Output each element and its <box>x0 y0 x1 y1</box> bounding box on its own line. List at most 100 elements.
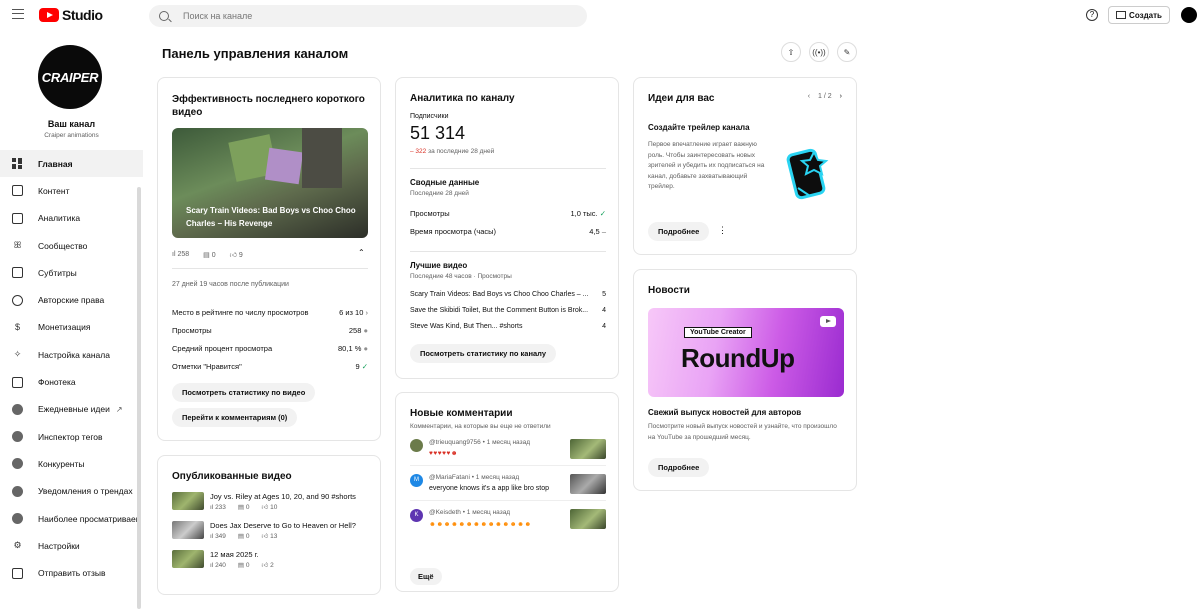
chevron-left-icon[interactable]: ‹ <box>808 93 810 100</box>
comment-item[interactable]: @trieuquang9756 • 1 месяц назад ♥♥♥♥♥☻ <box>410 431 606 466</box>
channel-analytics-card: Аналитика по каналу Подписчики 51 314 – … <box>395 77 619 379</box>
sidebar-scrollbar[interactable] <box>137 187 141 609</box>
channel-trailer-illustration <box>786 148 829 200</box>
search-bar[interactable] <box>149 5 587 27</box>
account-avatar[interactable] <box>1181 7 1197 23</box>
news-details-button[interactable]: Подробнее <box>648 458 710 477</box>
news-text: Посмотрите новый выпуск новостей и узнай… <box>648 423 837 441</box>
comments-stat: ▤ 0 <box>203 251 216 259</box>
menu-icon[interactable] <box>12 9 24 19</box>
banner-tag: YouTube Creator <box>684 327 752 338</box>
chevron-right-icon[interactable]: › <box>840 93 842 100</box>
idea-title: Создайте трейлер канала <box>648 123 750 132</box>
channel-stats-button[interactable]: Посмотреть статистику по каналу <box>410 344 557 363</box>
views-icon: ıl <box>172 251 176 258</box>
nav-item-audio-library[interactable]: Фонотека <box>0 368 143 395</box>
summary-row: Просмотры 1,0 тыс. ✓ <box>410 208 606 218</box>
live-icon[interactable]: ((•)) <box>809 42 829 62</box>
create-button[interactable]: Создать <box>1108 6 1170 24</box>
top-video-row[interactable]: Scary Train Videos: Bad Boys vs Choo Cho… <box>410 286 606 302</box>
play-icon <box>820 316 836 327</box>
nav-item-trend-alerts[interactable]: Уведомления о трендах <box>0 478 143 505</box>
nav-item-daily-ideas[interactable]: Ежедневные идеи ↗ <box>0 396 143 423</box>
published-videos-card: Опубликованные видео Joy vs. Riley at Ag… <box>157 455 381 595</box>
idea-text: Первое впечатление играет важную роль. Ч… <box>648 141 765 190</box>
analytics-icon <box>12 212 23 224</box>
news-headline: Свежий выпуск новостей для авторов <box>648 408 802 417</box>
search-input[interactable] <box>183 11 563 21</box>
nav-item-competitors[interactable]: Конкуренты <box>0 450 143 477</box>
settings-icon: ⚙ <box>13 540 22 551</box>
ideas-title: Идеи для вас <box>648 93 715 104</box>
thumbnail-art <box>264 147 304 185</box>
subscribers-delta: – 322 за последние 28 дней <box>410 148 495 155</box>
dashboard-icon <box>12 158 23 170</box>
likes-stat: 👍︎ 9 <box>229 252 243 259</box>
subscribers-value: 51 314 <box>410 123 466 143</box>
nav-item-copyright[interactable]: Авторские права <box>0 286 143 313</box>
chevron-right-icon: › <box>365 307 369 317</box>
views-stat: ıl 258 <box>172 251 190 258</box>
nav-item-tag-inspector[interactable]: Инспектор тегов <box>0 423 143 450</box>
published-video-row[interactable]: Joy vs. Riley at Ages 10, 20, and 90 #sh… <box>172 492 368 511</box>
create-label: Создать <box>1129 10 1162 20</box>
nav-item-content[interactable]: Контент <box>0 177 143 204</box>
help-icon[interactable]: ? <box>1086 9 1098 21</box>
nav-item-community[interactable]: ꕥ Сообщество <box>0 232 143 259</box>
nav-item-dashboard[interactable]: Главная <box>0 150 143 178</box>
more-comments-button[interactable]: Ещё <box>410 568 442 585</box>
nav-item-customization[interactable]: ✧ Настройка канала <box>0 341 143 368</box>
copyright-icon <box>12 294 23 306</box>
divider <box>410 251 606 252</box>
nav-item-feedback[interactable]: Отправить отзыв <box>0 559 143 586</box>
nav-item-settings[interactable]: ⚙ Настройки <box>0 532 143 559</box>
youtube-logo-icon <box>39 8 59 22</box>
header-actions: ⇧ ((•)) ✎ <box>781 42 857 62</box>
top-videos-period: Последние 48 часов · Просмотры <box>410 273 512 280</box>
create-post-icon[interactable]: ✎ <box>837 42 857 62</box>
extension-icon <box>12 513 23 524</box>
nav-item-most-viewed[interactable]: Наиболее просматриваемые <box>0 505 143 532</box>
nav-item-analytics[interactable]: Аналитика <box>0 205 143 232</box>
video-stats-button[interactable]: Посмотреть статистику по видео <box>172 383 316 402</box>
news-banner[interactable]: YouTube Creator RoundUp <box>648 308 844 397</box>
ideas-pager: ‹ 1 / 2 › <box>807 93 842 100</box>
metric-row[interactable]: Место в рейтинге по числу просмотров 6 из… <box>172 303 368 321</box>
idea-details-button[interactable]: Подробнее <box>648 222 710 241</box>
neutral-status-icon: ● <box>363 343 368 353</box>
nav-item-monetization[interactable]: $ Монетизация <box>0 314 143 341</box>
comment-item[interactable]: M @MariaFatani • 1 месяц назад everyone k… <box>410 466 606 501</box>
external-link-icon: ↗ <box>115 404 123 414</box>
nav-list: Главная Контент Аналитика ꕥ Сообщество Су… <box>0 150 143 587</box>
collapse-icon[interactable]: ⌃ <box>358 248 365 257</box>
customization-icon: ✧ <box>13 349 22 360</box>
top-video-row[interactable]: Steve Was Kind, But Then... #shorts 4 <box>410 318 606 334</box>
commenter-avatar: K <box>410 509 423 522</box>
feedback-icon <box>12 567 23 579</box>
publish-age: 27 дней 19 часов после публикации <box>172 281 289 288</box>
divider <box>410 168 606 169</box>
channel-avatar[interactable]: CRAIPER <box>38 45 102 109</box>
latest-short-card: Эффективность последнего короткого видео… <box>157 77 381 441</box>
published-video-row[interactable]: Does Jax Deserve to Go to Heaven or Hell… <box>172 521 368 540</box>
check-icon: ✓ <box>361 361 368 371</box>
go-to-comments-button[interactable]: Перейти к комментариям (0) <box>172 408 298 427</box>
dash-icon: – <box>601 226 606 236</box>
thumbnail-art <box>302 128 342 188</box>
analytics-title: Аналитика по каналу <box>410 93 515 104</box>
upload-icon[interactable]: ⇧ <box>781 42 801 62</box>
summary-title: Сводные данные <box>410 178 480 187</box>
studio-logo[interactable]: Studio <box>39 7 103 23</box>
top-video-row[interactable]: Save the Skibidi Toilet, But the Comment… <box>410 302 606 318</box>
more-options-icon[interactable]: ⋮ <box>718 225 727 236</box>
commenter-avatar: M <box>410 474 423 487</box>
summary-row: Время просмотра (часы) 4,5 – <box>410 226 606 236</box>
nav-item-subtitles[interactable]: Субтитры <box>0 259 143 286</box>
audio-library-icon <box>12 376 23 388</box>
content-icon <box>12 185 23 197</box>
published-video-row[interactable]: 12 мая 2025 г. ıl 240 ▤ 0 👍︎ 2 <box>172 550 368 569</box>
metrics-list: Место в рейтинге по числу просмотров 6 из… <box>172 303 368 375</box>
comments-subtitle: Комментарии, на которые вы еще не ответи… <box>410 423 551 430</box>
video-thumbnail[interactable]: Scary Train Videos: Bad Boys vs Choo Cho… <box>172 128 368 238</box>
comment-item[interactable]: K @Keisdeth • 1 месяц назад ☻☻☻☻☻☻☻☻☻☻☻☻☻… <box>410 501 606 538</box>
